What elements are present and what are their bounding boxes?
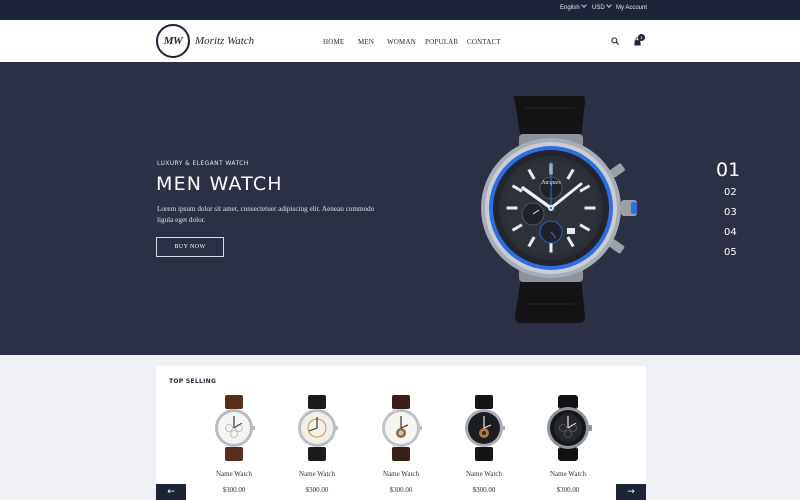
product-name[interactable]: Name Watch xyxy=(533,470,603,478)
carousel-prev-button[interactable]: ← xyxy=(156,484,186,500)
product-image xyxy=(547,395,592,461)
currency-label: USD xyxy=(592,5,605,11)
product-name[interactable]: Name Watch xyxy=(449,470,519,478)
main-header: MW Moritz Watch HOME MEN WOMAN POPULAR C… xyxy=(0,20,800,62)
product-price: $300.00 xyxy=(222,486,246,494)
cart-count-badge: 1 xyxy=(638,34,645,41)
slide-indicator-1[interactable]: 01 xyxy=(716,159,740,181)
product-card[interactable]: Name Watch $300.00 xyxy=(282,395,352,500)
search-icon[interactable] xyxy=(611,37,619,45)
product-image xyxy=(382,395,422,461)
product-price: $300.00 xyxy=(472,486,496,494)
logo[interactable]: MW xyxy=(156,24,190,58)
product-card[interactable]: Name Watch $300.00 xyxy=(533,395,603,500)
product-price: $300.00 xyxy=(389,486,413,494)
my-account-link[interactable]: My Account xyxy=(616,5,647,11)
section-title: TOP SELLING xyxy=(169,378,217,385)
arrow-right-icon: → xyxy=(627,487,635,497)
product-price: $300.00 xyxy=(556,486,580,494)
slide-indicator-2[interactable]: 02 xyxy=(724,187,737,198)
slide-indicator-3[interactable]: 03 xyxy=(724,207,737,218)
product-name[interactable]: Name Watch xyxy=(366,470,436,478)
product-card[interactable]: Name Watch $300.00 xyxy=(449,395,519,500)
product-name[interactable]: Name Watch xyxy=(199,470,269,478)
product-name[interactable]: Name Watch xyxy=(282,470,352,478)
hero-watch-image: Jacques xyxy=(481,96,637,323)
nav-popular[interactable]: POPULAR xyxy=(425,38,458,46)
hero-description: Lorem ipsum dolor sit amet, consectetuer… xyxy=(157,205,375,224)
buy-now-button[interactable]: BUY NOW xyxy=(156,237,224,257)
nav-woman[interactable]: WOMAN xyxy=(387,38,416,46)
nav-home[interactable]: HOME xyxy=(323,38,344,46)
product-image xyxy=(465,395,505,461)
slide-indicator-5[interactable]: 05 xyxy=(724,247,737,258)
product-image xyxy=(298,395,338,461)
hero-title: MEN WATCH xyxy=(156,173,283,195)
carousel-next-button[interactable]: → xyxy=(616,484,646,500)
language-selector[interactable]: English xyxy=(560,2,587,11)
arrow-left-icon: ← xyxy=(167,487,175,497)
hero-banner: LUXURY & ELEGANT WATCH MEN WATCH Lorem i… xyxy=(0,62,800,355)
logo-mark: MW xyxy=(163,35,183,47)
nav-men[interactable]: MEN xyxy=(358,38,374,46)
product-card[interactable]: Name Watch $300.00 xyxy=(366,395,436,500)
currency-selector[interactable]: USD xyxy=(592,2,612,11)
slide-indicator-4[interactable]: 04 xyxy=(724,227,737,238)
top-bar: English USD My Account xyxy=(0,0,800,20)
product-image xyxy=(215,395,255,461)
product-price: $300.00 xyxy=(305,486,329,494)
nav-contact[interactable]: CONTACT xyxy=(467,38,501,46)
hero-kicker: LUXURY & ELEGANT WATCH xyxy=(157,160,249,167)
chevron-down-icon xyxy=(605,2,612,8)
language-label: English xyxy=(560,5,580,11)
chevron-down-icon xyxy=(580,2,587,8)
product-card[interactable]: Name Watch $300.00 xyxy=(199,395,269,500)
brand-name[interactable]: Moritz Watch xyxy=(195,35,254,47)
